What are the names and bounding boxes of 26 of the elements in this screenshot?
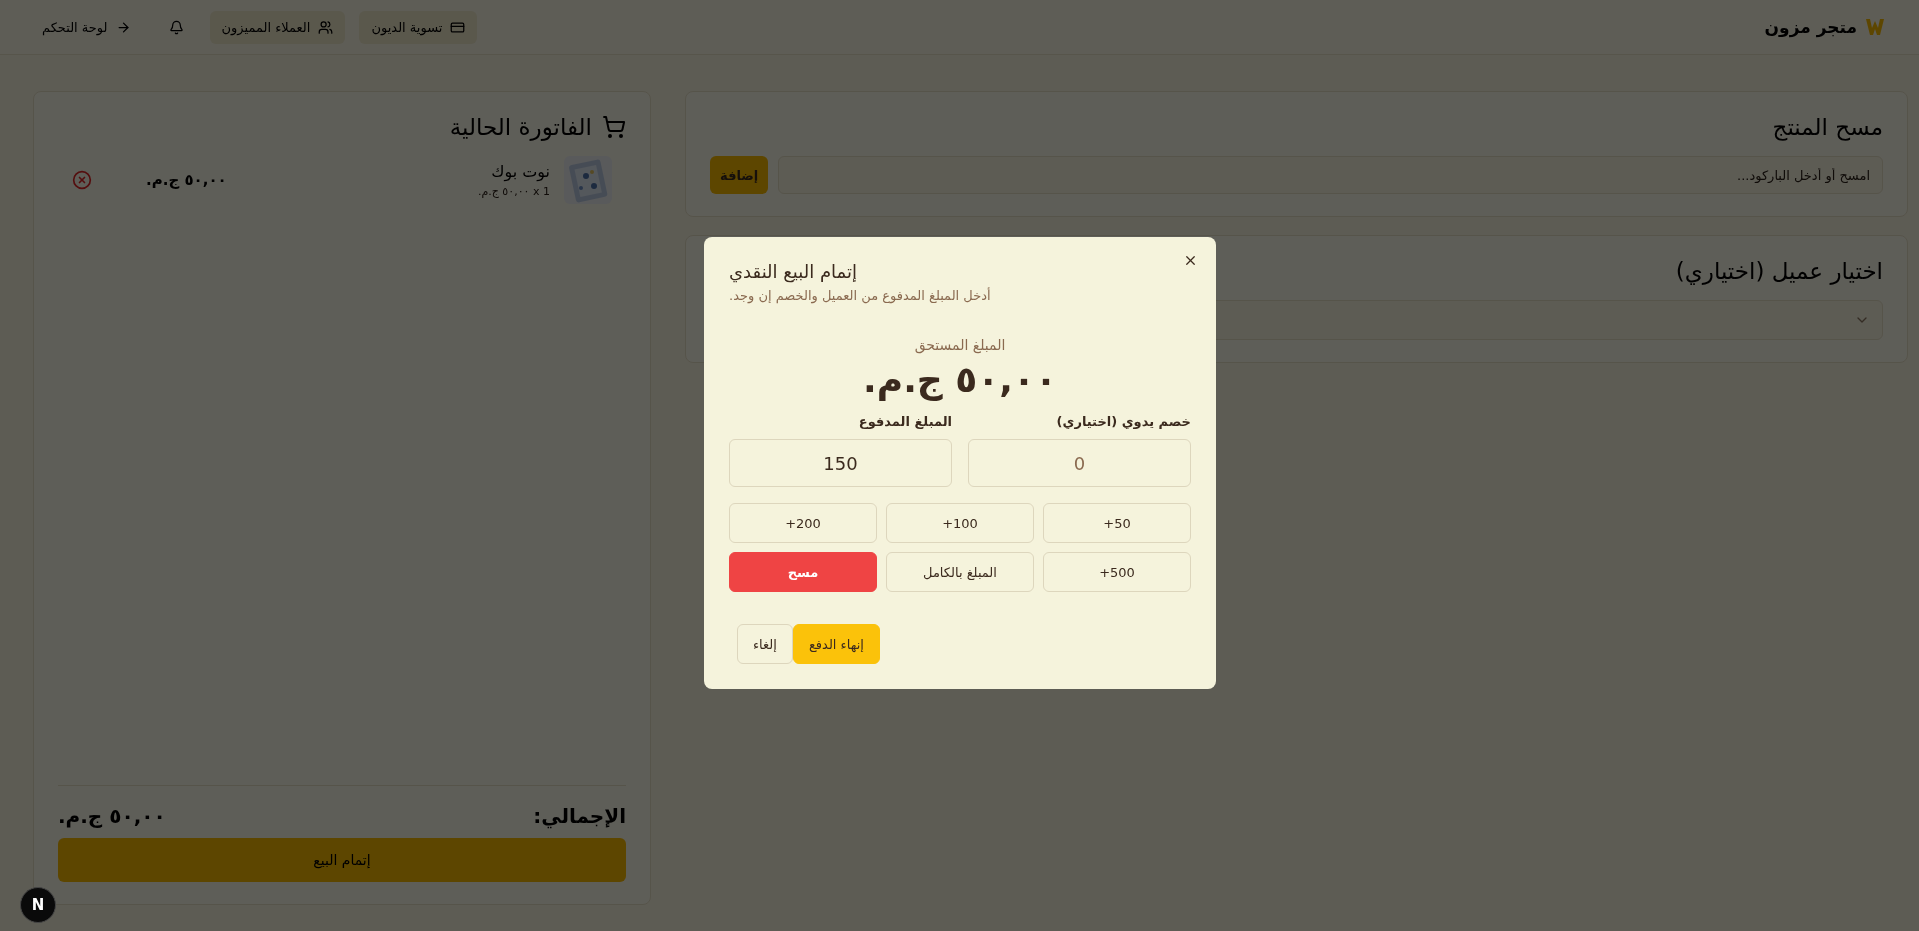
field-label: المبلغ المدفوع bbox=[857, 414, 952, 429]
amount-field[interactable]: 150 bbox=[729, 439, 952, 487]
card-title: اختيار عميل (اختياري) bbox=[1675, 258, 1883, 284]
clear-button[interactable]: مسح bbox=[729, 552, 877, 592]
quick-amount-button[interactable]: +500 bbox=[1043, 552, 1191, 592]
item-total: ٥٠,٠٠ ج.م. bbox=[146, 171, 227, 189]
total-label: الإجمالي: bbox=[533, 804, 626, 828]
quick-amount-button[interactable]: المبلغ بالكامل bbox=[886, 552, 1034, 592]
quick-amount-button[interactable]: +200 bbox=[729, 503, 877, 543]
dev-badge[interactable]: N bbox=[20, 887, 56, 923]
item-quantity-price: 1 x ٥٠,٠٠ ج.م. bbox=[477, 185, 550, 198]
amount-due-label: المبلغ المستحق bbox=[914, 337, 1006, 353]
finish-payment-button[interactable]: إنهاء الدفع bbox=[792, 624, 880, 664]
dialog-title: إتمام البيع النقدي bbox=[729, 261, 857, 282]
dialog-description: أدخل المبلغ المدفوع من العميل والخصم إن وجد. bbox=[729, 288, 991, 303]
field-label: خصم يدوي (اختياري) bbox=[1055, 414, 1191, 429]
cancel-button[interactable]: إلغاء bbox=[737, 624, 793, 664]
item-name: نوت بوك bbox=[490, 162, 550, 181]
brand-name: متجر مزون bbox=[1764, 17, 1857, 37]
quick-amount-button[interactable]: +50 bbox=[1043, 503, 1191, 543]
card-title: الفاتورة الحالية bbox=[449, 114, 592, 140]
quick-amount-button[interactable]: +100 bbox=[886, 503, 1034, 543]
amount-field[interactable]: 0 bbox=[968, 439, 1191, 487]
total-value: ٥٠,٠٠ ج.م. bbox=[58, 804, 166, 828]
amount-due-value: ٥٠,٠٠ ج.م. bbox=[863, 359, 1057, 400]
card-title: مسح المنتج bbox=[1772, 114, 1883, 140]
